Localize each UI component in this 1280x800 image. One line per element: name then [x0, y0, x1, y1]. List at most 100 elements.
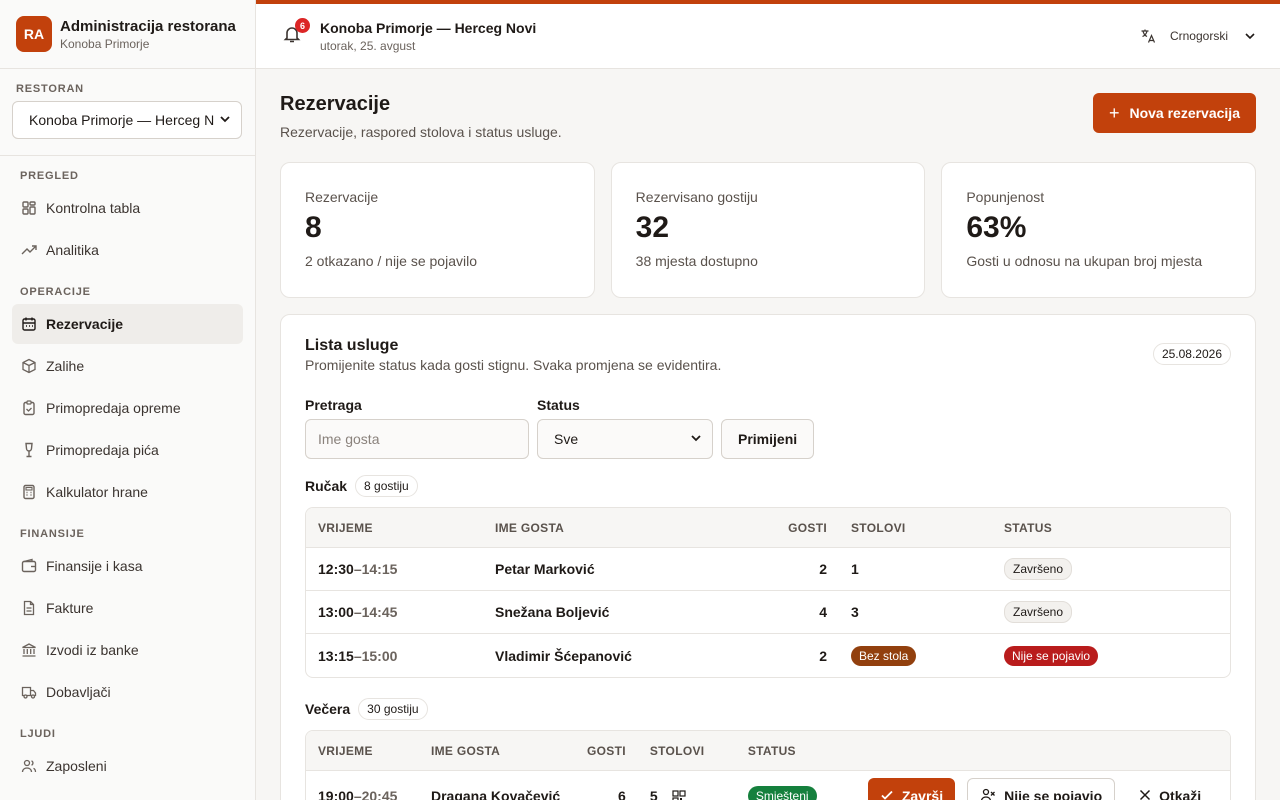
table-cell: Bez stola	[839, 634, 992, 677]
cancel-button[interactable]: Otkaži	[1127, 778, 1213, 800]
stat-value: 63%	[966, 211, 1027, 244]
plus-icon: +	[1108, 102, 1120, 123]
restaurant-select-value: Konoba Primorje — Herceg Novi	[29, 112, 214, 128]
restaurant-label: RESTORAN	[16, 83, 84, 95]
brand-title: Administracija restorana	[60, 17, 236, 35]
wine-icon	[20, 441, 38, 459]
time-cell: 19:00–20:45	[306, 771, 419, 800]
stat-label: Popunjenost	[966, 189, 1045, 205]
status-badge: Nije se pojavio	[1004, 645, 1099, 666]
lunch-table: VRIJEME IME GOSTA GOSTI STOLOVI STATUS 1…	[305, 507, 1231, 678]
table-cell: 5	[638, 771, 736, 800]
end-time: –14:15	[353, 561, 398, 577]
brand-avatar: RA	[16, 16, 52, 52]
status-label: Status	[537, 397, 580, 413]
sidebar-item-invoices[interactable]: Fakture	[12, 588, 243, 628]
end-time: –15:00	[353, 647, 398, 664]
column-header-guests: GOSTI	[733, 508, 839, 548]
table-row[interactable]: 13:00–14:45 Snežana Boljević 4 3 Završen…	[306, 591, 1230, 634]
nav-section-label: FINANSIJE	[20, 528, 85, 540]
stat-note: 2 otkazano / nije se pojavilo	[305, 253, 477, 269]
language-selector[interactable]: Crnogorski	[1140, 28, 1256, 44]
sidebar-item-drinks-handover[interactable]: Primopredaja pića	[12, 430, 243, 470]
notification-count-badge: 6	[295, 18, 310, 33]
stat-label: Rezervacije	[305, 189, 379, 205]
column-header-status: STATUS	[992, 508, 1230, 548]
check-icon	[880, 788, 894, 800]
guest-count: 2	[819, 647, 827, 664]
sidebar-item-inventory[interactable]: Zalihe	[12, 346, 243, 386]
stat-label: Rezervisano gostiju	[635, 189, 758, 205]
apply-filter-button[interactable]: Primijeni	[721, 419, 815, 459]
table-number: 1	[839, 548, 992, 591]
restaurant-select[interactable]: Konoba Primorje — Herceg Novi	[12, 101, 242, 139]
sidebar-item-label: Kontrolna tabla	[46, 200, 141, 216]
time-cell: 13:00–14:45	[306, 591, 483, 634]
brand-subtitle: Konoba Primorje	[60, 36, 150, 51]
guest-count: 2	[733, 548, 839, 591]
notifications-button[interactable]: 6	[280, 18, 310, 48]
sidebar-item-bank-statements[interactable]: Izvodi iz banke	[12, 630, 243, 670]
guest-name: Petar Marković	[483, 548, 733, 591]
nav-section-label: LJUDI	[20, 728, 56, 740]
sidebar-item-reservations[interactable]: Rezervacije	[12, 304, 243, 344]
guest-count: 4	[733, 591, 839, 634]
time-cell: 12:30–14:15	[306, 548, 483, 591]
clipboard-icon	[20, 399, 38, 417]
no-show-label: Nije se pojavio	[1004, 788, 1103, 800]
no-show-button[interactable]: Nije se pojavio	[967, 778, 1116, 800]
sidebar-item-label: Zalihe	[46, 358, 85, 374]
trend-icon	[20, 241, 38, 259]
sidebar-item-suppliers[interactable]: Dobavljači	[12, 672, 243, 712]
page-title: Rezervacije	[280, 93, 391, 115]
guest-search-input[interactable]	[305, 419, 529, 459]
column-header-guests: GOSTI	[575, 731, 638, 771]
time-cell: 13:15–15:00	[306, 634, 483, 677]
new-reservation-button[interactable]: + Nova rezervacija	[1092, 93, 1256, 133]
sidebar-item-finance[interactable]: Finansije i kasa	[12, 546, 243, 586]
column-header-guest: IME GOSTA	[419, 731, 575, 771]
sidebar-item-analytics[interactable]: Analitika	[12, 230, 243, 270]
topbar: 6 Konoba Primorje — Herceg Novi utorak, …	[256, 0, 1280, 69]
sidebar-item-employees[interactable]: Zaposleni	[12, 746, 243, 786]
column-header-time: VRIJEME	[306, 508, 483, 548]
group-title: Ručak	[305, 478, 348, 494]
brand: RA Administracija restorana Konoba Primo…	[0, 0, 255, 69]
filter-bar: Pretraga Status Sve Primijeni	[305, 397, 1231, 459]
guest-name: Snežana Boljević	[483, 591, 733, 634]
stat-value: 32	[635, 211, 670, 244]
start-time: 12:30	[318, 561, 354, 577]
nav-section-label: OPERACIJE	[20, 286, 91, 298]
complete-label: Završi	[901, 788, 944, 800]
column-header-status: STATUS	[735, 731, 856, 771]
guest-name: Dragana Kovačević	[431, 788, 561, 800]
sidebar-item-equipment-handover[interactable]: Primopredaja opreme	[12, 388, 243, 428]
end-time: –20:45	[353, 788, 398, 800]
chevron-down-icon	[690, 431, 702, 447]
table-layout-icon[interactable]	[672, 790, 686, 800]
guest-count-badge: 30 gostiju	[358, 698, 428, 720]
sidebar-item-label: Izvodi iz banke	[46, 642, 139, 658]
complete-button[interactable]: Završi	[867, 778, 956, 800]
sidebar-item-label: Dobavljači	[46, 684, 111, 700]
table-row[interactable]: 13:15–15:00 Vladimir Šćepanović 2 Bez st…	[306, 634, 1230, 677]
sidebar-item-label: Primopredaja pića	[46, 442, 159, 458]
start-time: 19:00	[318, 788, 354, 800]
service-date-badge: 25.08.2026	[1152, 343, 1231, 365]
status-badge: Završeno	[1004, 601, 1073, 623]
table-row[interactable]: 19:00–20:45 Dragana Kovačević 6 5 Smješt…	[306, 771, 1230, 800]
sidebar-item-dashboard[interactable]: Kontrolna tabla	[12, 188, 243, 228]
column-header-guest: IME GOSTA	[483, 508, 733, 548]
restaurant-title: Konoba Primorje — Herceg Novi	[320, 19, 537, 36]
wallet-icon	[20, 557, 38, 575]
end-time: –14:45	[353, 604, 398, 620]
status-select[interactable]: Sve	[537, 419, 713, 459]
file-icon	[20, 599, 38, 617]
status-cell: Završeno	[992, 548, 1230, 591]
chevron-down-icon	[1244, 30, 1256, 42]
table-row[interactable]: 12:30–14:15 Petar Marković 2 1 Završeno	[306, 548, 1230, 591]
sidebar-item-food-calculator[interactable]: Kalkulator hrane	[12, 472, 243, 512]
service-list-panel: Lista usluge Promijenite status kada gos…	[280, 314, 1256, 800]
column-header-time: VRIJEME	[306, 731, 419, 771]
cancel-label: Otkaži	[1159, 788, 1202, 800]
